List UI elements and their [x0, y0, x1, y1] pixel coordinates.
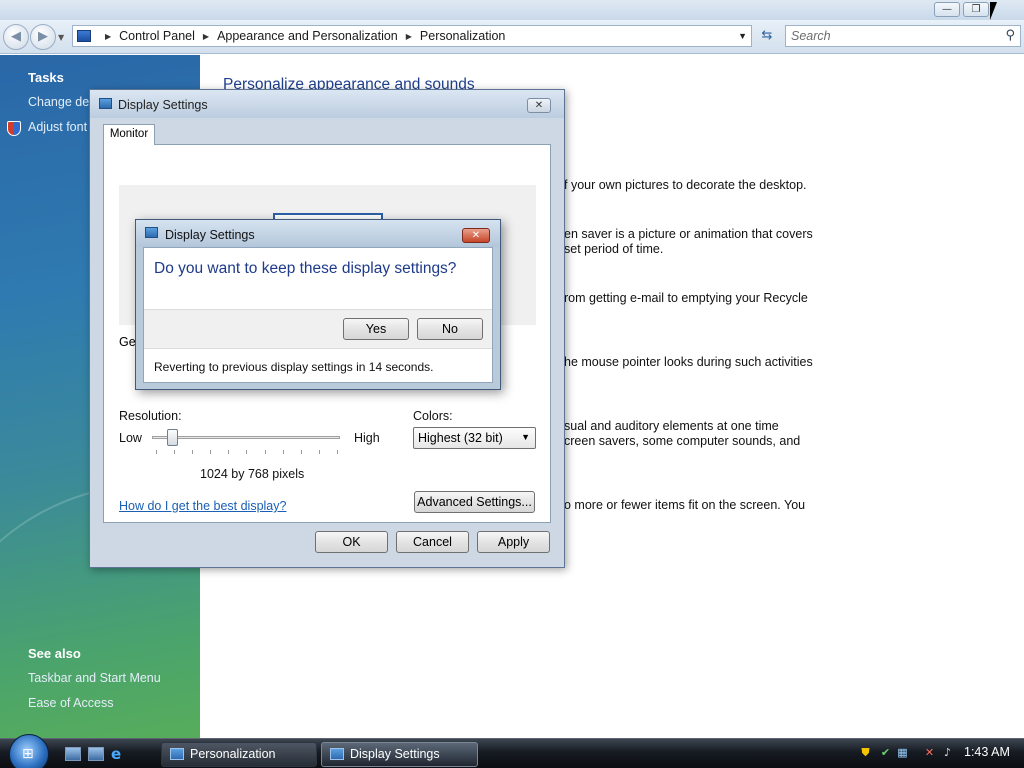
search-placeholder: Search: [791, 29, 831, 43]
taskbar-item-personalization[interactable]: Personalization: [161, 742, 317, 767]
uac-shield-icon: [7, 121, 21, 136]
cancel-button[interactable]: Cancel: [396, 531, 469, 553]
maximize-button[interactable]: ❐: [963, 2, 989, 17]
forward-arrow-icon[interactable]: ▶: [30, 24, 56, 50]
colors-label: Colors:: [413, 409, 453, 423]
resolution-low-label: Low: [119, 431, 142, 445]
see-also-ease-of-access[interactable]: Ease of Access: [28, 696, 113, 710]
resolution-label: Resolution:: [119, 409, 182, 423]
confirm-dialog-body: Do you want to keep these display settin…: [143, 247, 493, 383]
breadcrumb-control-panel[interactable]: Control Panel: [119, 29, 195, 43]
slider-ticks: [156, 450, 338, 454]
yes-button[interactable]: Yes: [343, 318, 409, 340]
tasks-heading: Tasks: [28, 70, 64, 85]
confirm-dialog-title: Display Settings: [165, 228, 255, 242]
show-desktop-icon[interactable]: [65, 747, 81, 761]
display-settings-icon: [145, 227, 158, 238]
content-text: rom getting e-mail to emptying your Recy…: [564, 291, 808, 305]
display-settings-icon: [330, 748, 344, 760]
see-also-taskbar-start-menu[interactable]: Taskbar and Start Menu: [28, 671, 161, 685]
resolution-value: 1024 by 768 pixels: [200, 467, 305, 481]
task-link-change-desktop-icons[interactable]: Change des: [28, 95, 95, 109]
content-text: en saver is a picture or animation that …: [564, 227, 813, 241]
confirm-dialog-titlebar: Display Settings ✕: [136, 220, 500, 247]
confirm-question: Do you want to keep these display settin…: [154, 260, 457, 277]
windows-logo-icon: ⊞: [22, 746, 34, 762]
mouse-cursor: [990, 2, 997, 20]
ok-button[interactable]: OK: [315, 531, 388, 553]
no-button[interactable]: No: [417, 318, 483, 340]
address-dropdown-icon[interactable]: ▼: [738, 31, 747, 41]
clock[interactable]: 1:43 AM: [964, 745, 1010, 759]
advanced-settings-button[interactable]: Advanced Settings...: [414, 491, 535, 513]
breadcrumb-separator-icon[interactable]: ▶: [406, 32, 412, 41]
taskbar-item-label: Personalization: [190, 747, 276, 761]
tab-monitor[interactable]: Monitor: [103, 124, 155, 145]
close-button[interactable]: ✕: [462, 228, 490, 243]
resolution-slider-thumb[interactable]: [166, 429, 178, 446]
content-text: sual and auditory elements at one time: [564, 419, 779, 433]
content-text: f your own pictures to decorate the desk…: [564, 178, 807, 192]
dialog-title: Display Settings: [118, 98, 208, 112]
internet-explorer-icon[interactable]: e: [111, 745, 121, 763]
refresh-icon[interactable]: ⇆: [756, 26, 778, 46]
resolution-slider-track[interactable]: [152, 436, 340, 439]
explorer-titlebar: — ❐: [0, 0, 1024, 20]
address-bar[interactable]: ▶ Control Panel ▶ Appearance and Persona…: [72, 25, 752, 47]
content-text: creen savers, some computer sounds, and: [564, 434, 801, 448]
volume-muted-icon[interactable]: ♪: [941, 746, 954, 760]
network-disconnected-icon[interactable]: ✕: [923, 746, 936, 760]
switch-windows-icon[interactable]: [88, 747, 104, 761]
taskbar-item-label: Display Settings: [350, 747, 440, 761]
minimize-button[interactable]: —: [934, 2, 960, 17]
display-settings-icon: [99, 98, 112, 109]
close-button[interactable]: ✕: [527, 98, 551, 113]
resolution-high-label: High: [354, 431, 380, 445]
help-link[interactable]: How do I get the best display?: [119, 499, 286, 513]
task-link-adjust-font-size[interactable]: Adjust font: [28, 120, 87, 134]
confirm-dialog: Display Settings ✕ Do you want to keep t…: [135, 219, 501, 390]
start-button[interactable]: ⊞: [9, 734, 49, 768]
back-arrow-icon[interactable]: ◀: [3, 24, 29, 50]
breadcrumb-separator-icon[interactable]: ▶: [203, 32, 209, 41]
chevron-down-icon[interactable]: ▼: [521, 432, 530, 442]
content-text: set period of time.: [564, 242, 664, 256]
search-input[interactable]: Search ⚲: [785, 25, 1021, 47]
content-text: o more or fewer items fit on the screen.…: [564, 498, 806, 512]
see-also-heading: See also: [28, 646, 81, 661]
network-status-icon[interactable]: ▦: [896, 746, 909, 760]
taskbar-item-display-settings[interactable]: Display Settings: [321, 742, 478, 767]
personalization-icon: [170, 748, 184, 760]
breadcrumb-separator-icon[interactable]: ▶: [105, 32, 111, 41]
windows-defender-icon[interactable]: ✔: [879, 746, 892, 760]
security-shield-icon[interactable]: ⛊: [859, 746, 872, 760]
recent-pages-dropdown[interactable]: ▼: [58, 33, 64, 42]
search-icon[interactable]: ⚲: [1005, 28, 1015, 43]
dialog-titlebar: Display Settings ✕: [90, 90, 564, 118]
countdown-text: Reverting to previous display settings i…: [154, 360, 434, 374]
breadcrumb-personalization[interactable]: Personalization: [420, 29, 505, 43]
taskbar: ⊞ e Personalization Display Settings ⛊ ✔…: [0, 734, 1024, 768]
control-panel-icon: [77, 30, 91, 42]
content-text: he mouse pointer looks during such activ…: [564, 355, 813, 369]
colors-selected-value: Highest (32 bit): [418, 431, 503, 445]
apply-button[interactable]: Apply: [477, 531, 550, 553]
colors-select[interactable]: Highest (32 bit) ▼: [413, 427, 536, 449]
confirm-button-bar: Yes No: [144, 309, 492, 349]
breadcrumb-appearance[interactable]: Appearance and Personalization: [217, 29, 398, 43]
